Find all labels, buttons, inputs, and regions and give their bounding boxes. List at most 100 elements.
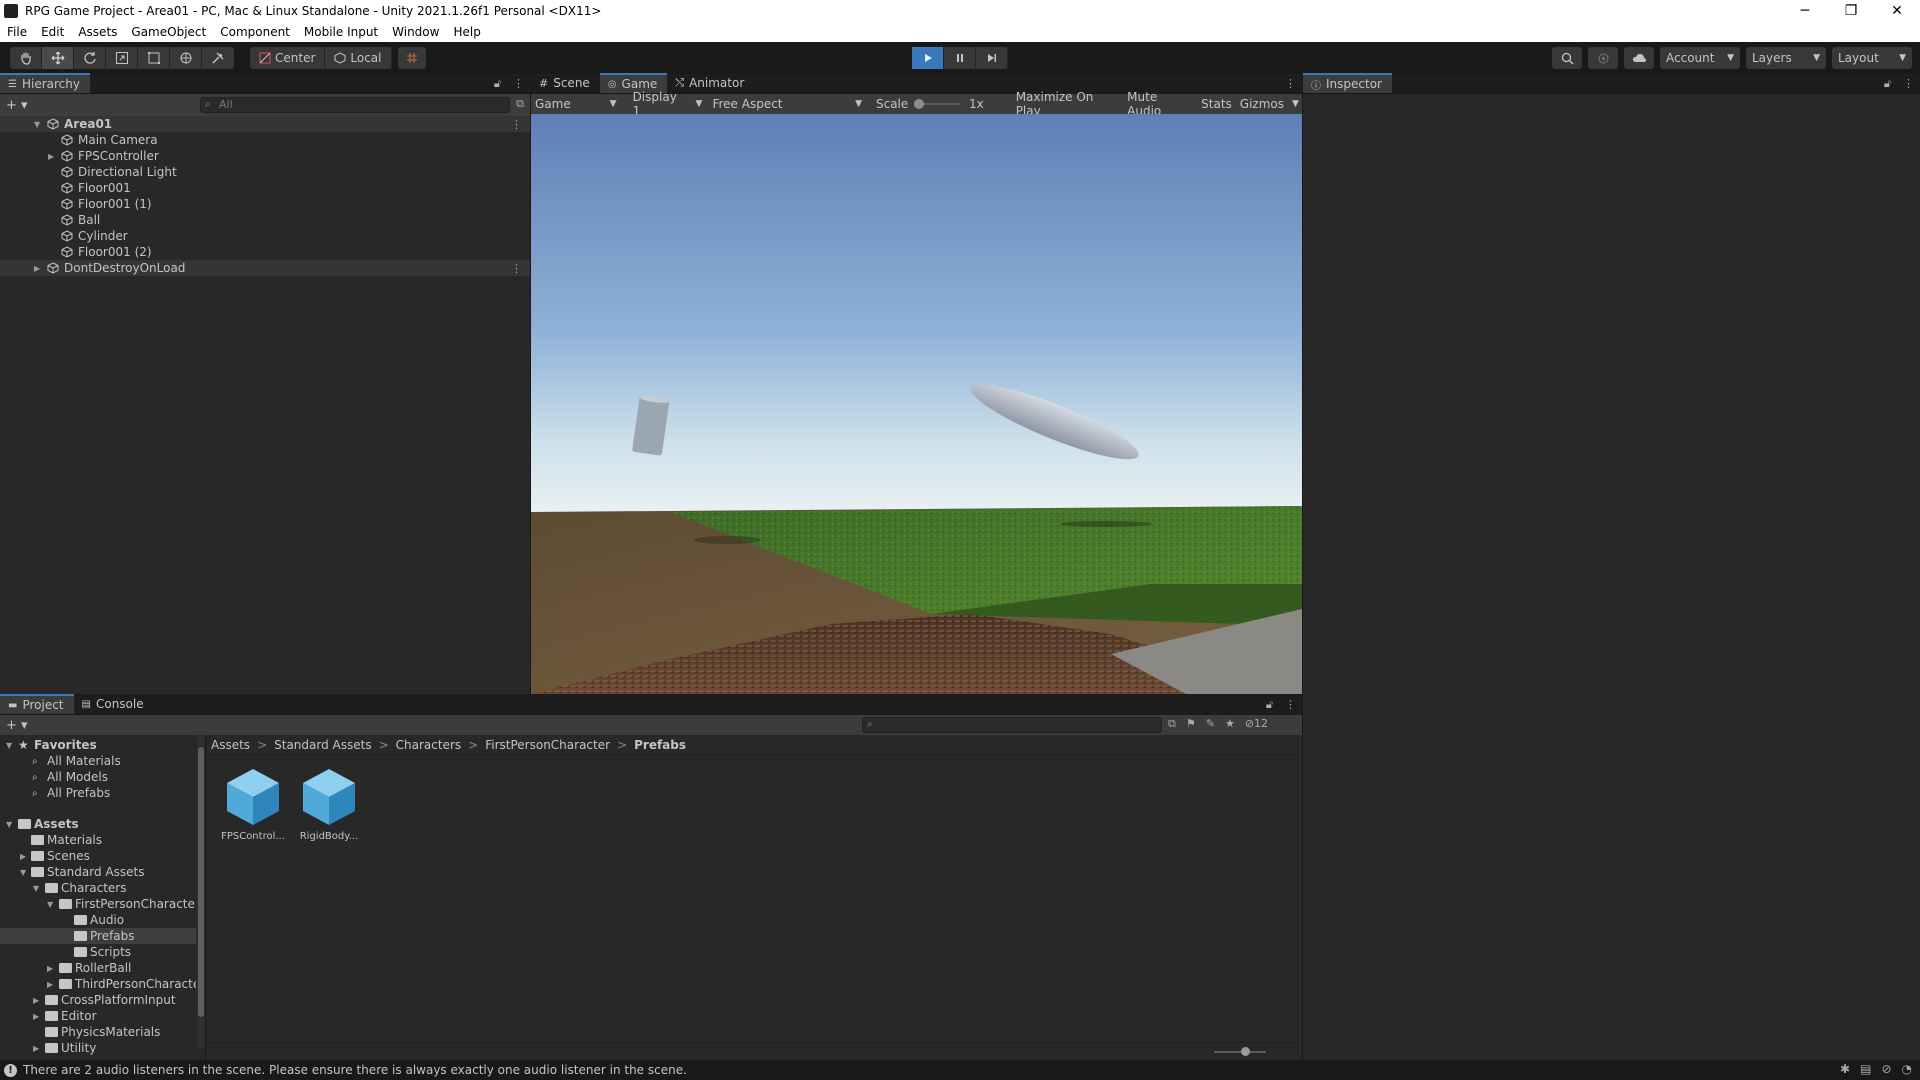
hierarchy-item-floor001-1[interactable]: Floor001 (1) bbox=[0, 196, 530, 212]
icon-size-slider-thumb[interactable] bbox=[1241, 1047, 1250, 1056]
tree-crossplatforminput[interactable]: ▶ CrossPlatformInput bbox=[0, 992, 196, 1008]
tree-scrollbar-thumb[interactable] bbox=[198, 747, 204, 1017]
collapse-arrow-icon[interactable]: ▶ bbox=[33, 1012, 39, 1021]
collapse-arrow-icon[interactable]: ▶ bbox=[48, 152, 54, 161]
grid-snapping-button[interactable] bbox=[398, 47, 426, 69]
tree-prefabs[interactable]: Prefabs bbox=[0, 928, 196, 944]
game-viewport[interactable] bbox=[531, 114, 1302, 694]
display-dropdown[interactable]: Display 1 ▼ bbox=[629, 90, 707, 118]
search-by-type-icon[interactable]: ⧉ bbox=[1168, 717, 1176, 731]
scene-visibility-icon[interactable]: ⧉ bbox=[516, 97, 524, 111]
kebab-menu-icon[interactable]: ⋮ bbox=[513, 77, 524, 91]
menu-file[interactable]: File bbox=[0, 25, 34, 39]
breadcrumb-current[interactable]: Prefabs bbox=[634, 738, 686, 752]
tab-inspector[interactable]: ⓘ Inspector bbox=[1303, 73, 1392, 93]
kebab-menu-icon[interactable]: ⋮ bbox=[1285, 77, 1296, 90]
tree-characters[interactable]: ▼ Characters bbox=[0, 880, 196, 896]
tab-console[interactable]: ▤ Console bbox=[74, 694, 154, 714]
collapse-arrow-icon[interactable]: ▶ bbox=[33, 996, 39, 1005]
step-button[interactable] bbox=[976, 47, 1008, 69]
scale-slider[interactable] bbox=[912, 94, 965, 114]
collapse-arrow-icon[interactable]: ▶ bbox=[20, 852, 26, 861]
play-button[interactable] bbox=[912, 47, 944, 69]
tree-scrollbar[interactable] bbox=[197, 735, 205, 1047]
hierarchy-item-fpscontroller[interactable]: ▶ FPSController bbox=[0, 148, 530, 164]
auto-generate-lighting-icon[interactable]: ◔ bbox=[1902, 1062, 1912, 1076]
collapse-arrow-icon[interactable]: ▶ bbox=[47, 964, 53, 973]
tree-rollerball[interactable]: ▶ RollerBall bbox=[0, 960, 196, 976]
asset-fpscontroller[interactable]: FPSControl... bbox=[218, 767, 288, 842]
expand-arrow-icon[interactable]: ▼ bbox=[34, 120, 40, 129]
breadcrumb-item[interactable]: Assets bbox=[211, 738, 250, 752]
hierarchy-item-directional-light[interactable]: Directional Light bbox=[0, 164, 530, 180]
lock-icon[interactable]: 🔓︎ bbox=[494, 77, 501, 91]
expand-arrow-icon[interactable]: ▼ bbox=[6, 820, 12, 829]
tree-all-models[interactable]: ⌕ All Models bbox=[0, 769, 196, 785]
tree-materials[interactable]: Materials bbox=[0, 832, 196, 848]
maximize-on-play-button[interactable]: Maximize On Play bbox=[1012, 90, 1123, 118]
hierarchy-item-floor001-2[interactable]: Floor001 (2) bbox=[0, 244, 530, 260]
search-button[interactable] bbox=[1552, 47, 1582, 69]
restore-button[interactable]: ❐ bbox=[1828, 0, 1874, 22]
tree-physicsmaterials[interactable]: PhysicsMaterials bbox=[0, 1024, 196, 1040]
menu-mobile-input[interactable]: Mobile Input bbox=[297, 25, 385, 39]
breadcrumb-item[interactable]: FirstPersonCharacter bbox=[485, 738, 610, 752]
collapse-arrow-icon[interactable]: ▶ bbox=[33, 1044, 39, 1053]
rect-tool-button[interactable] bbox=[138, 47, 170, 69]
search-by-label-icon[interactable]: ⚑ bbox=[1186, 717, 1196, 731]
layers-dropdown[interactable]: Layers ▼ bbox=[1746, 47, 1826, 69]
tag-icon[interactable]: ✎ bbox=[1206, 717, 1215, 731]
tree-assets[interactable]: ▼ Assets bbox=[0, 816, 196, 832]
collapse-arrow-icon[interactable]: ▶ bbox=[47, 980, 53, 989]
tree-thirdpersoncharacter[interactable]: ▶ ThirdPersonCharacter bbox=[0, 976, 196, 992]
menu-assets[interactable]: Assets bbox=[71, 25, 124, 39]
kebab-menu-icon[interactable]: ⋮ bbox=[511, 262, 522, 275]
minimize-button[interactable]: ─ bbox=[1782, 0, 1828, 22]
game-mode-dropdown[interactable]: Game ▼ bbox=[531, 94, 621, 114]
menu-window[interactable]: Window bbox=[385, 25, 446, 39]
tree-scenes[interactable]: ▶ Scenes bbox=[0, 848, 196, 864]
kebab-menu-icon[interactable]: ⋮ bbox=[511, 118, 522, 131]
breadcrumb-item[interactable]: Standard Assets bbox=[274, 738, 371, 752]
layout-dropdown[interactable]: Layout ▼ bbox=[1832, 47, 1912, 69]
scale-slider-thumb[interactable] bbox=[914, 99, 925, 109]
close-button[interactable]: ✕ bbox=[1874, 0, 1920, 22]
menu-help[interactable]: Help bbox=[446, 25, 487, 39]
hierarchy-item-floor001[interactable]: Floor001 bbox=[0, 180, 530, 196]
debug-icon[interactable]: ✱ bbox=[1840, 1062, 1850, 1076]
account-dropdown[interactable]: Account ▼ bbox=[1660, 47, 1740, 69]
aspect-dropdown[interactable]: Free Aspect ▼ bbox=[708, 94, 866, 114]
favorite-star-icon[interactable]: ★ bbox=[1225, 717, 1235, 731]
kebab-menu-icon[interactable]: ⋮ bbox=[1903, 77, 1914, 91]
tab-project[interactable]: ▬ Project bbox=[0, 694, 74, 714]
hierarchy-scene-area01[interactable]: ▼ Area01 ⋮ bbox=[0, 116, 530, 132]
menu-component[interactable]: Component bbox=[213, 25, 297, 39]
hierarchy-search-input[interactable]: ⌕ All bbox=[200, 97, 510, 113]
menu-gameobject[interactable]: GameObject bbox=[124, 25, 213, 39]
tree-editor[interactable]: ▶ Editor bbox=[0, 1008, 196, 1024]
tree-firstpersoncharacter[interactable]: ▼ FirstPersonCharacter bbox=[0, 896, 196, 912]
create-button[interactable]: + ▾ bbox=[0, 98, 30, 113]
transform-tool-button[interactable] bbox=[170, 47, 202, 69]
custom-tool-button[interactable] bbox=[202, 47, 234, 69]
stats-button[interactable]: Stats bbox=[1197, 94, 1236, 114]
menu-edit[interactable]: Edit bbox=[34, 25, 71, 39]
project-search-input[interactable]: ⌕ bbox=[862, 717, 1162, 733]
tree-favorites[interactable]: ▼ ★ Favorites bbox=[0, 737, 196, 753]
kebab-menu-icon[interactable]: ⋮ bbox=[1285, 698, 1296, 712]
tree-standard-assets[interactable]: ▼ Standard Assets bbox=[0, 864, 196, 880]
lock-icon[interactable]: 🔓︎ bbox=[1266, 698, 1273, 712]
gizmos-dropdown[interactable]: ▼ bbox=[1288, 94, 1302, 114]
lock-icon[interactable]: 🔓︎ bbox=[1884, 77, 1891, 91]
status-message[interactable]: There are 2 audio listeners in the scene… bbox=[23, 1063, 687, 1077]
breadcrumb-item[interactable]: Characters bbox=[396, 738, 462, 752]
icon-size-slider[interactable] bbox=[1214, 1051, 1266, 1053]
scale-tool-button[interactable] bbox=[106, 47, 138, 69]
tree-audio[interactable]: Audio bbox=[0, 912, 196, 928]
progress-icon[interactable]: ▤ bbox=[1860, 1062, 1871, 1076]
asset-rigidbody[interactable]: RigidBody... bbox=[294, 767, 364, 842]
tab-hierarchy[interactable]: ☰ Hierarchy bbox=[0, 73, 90, 93]
expand-arrow-icon[interactable]: ▼ bbox=[20, 868, 26, 877]
tree-all-prefabs[interactable]: ⌕ All Prefabs bbox=[0, 785, 196, 801]
tree-scripts[interactable]: Scripts bbox=[0, 944, 196, 960]
